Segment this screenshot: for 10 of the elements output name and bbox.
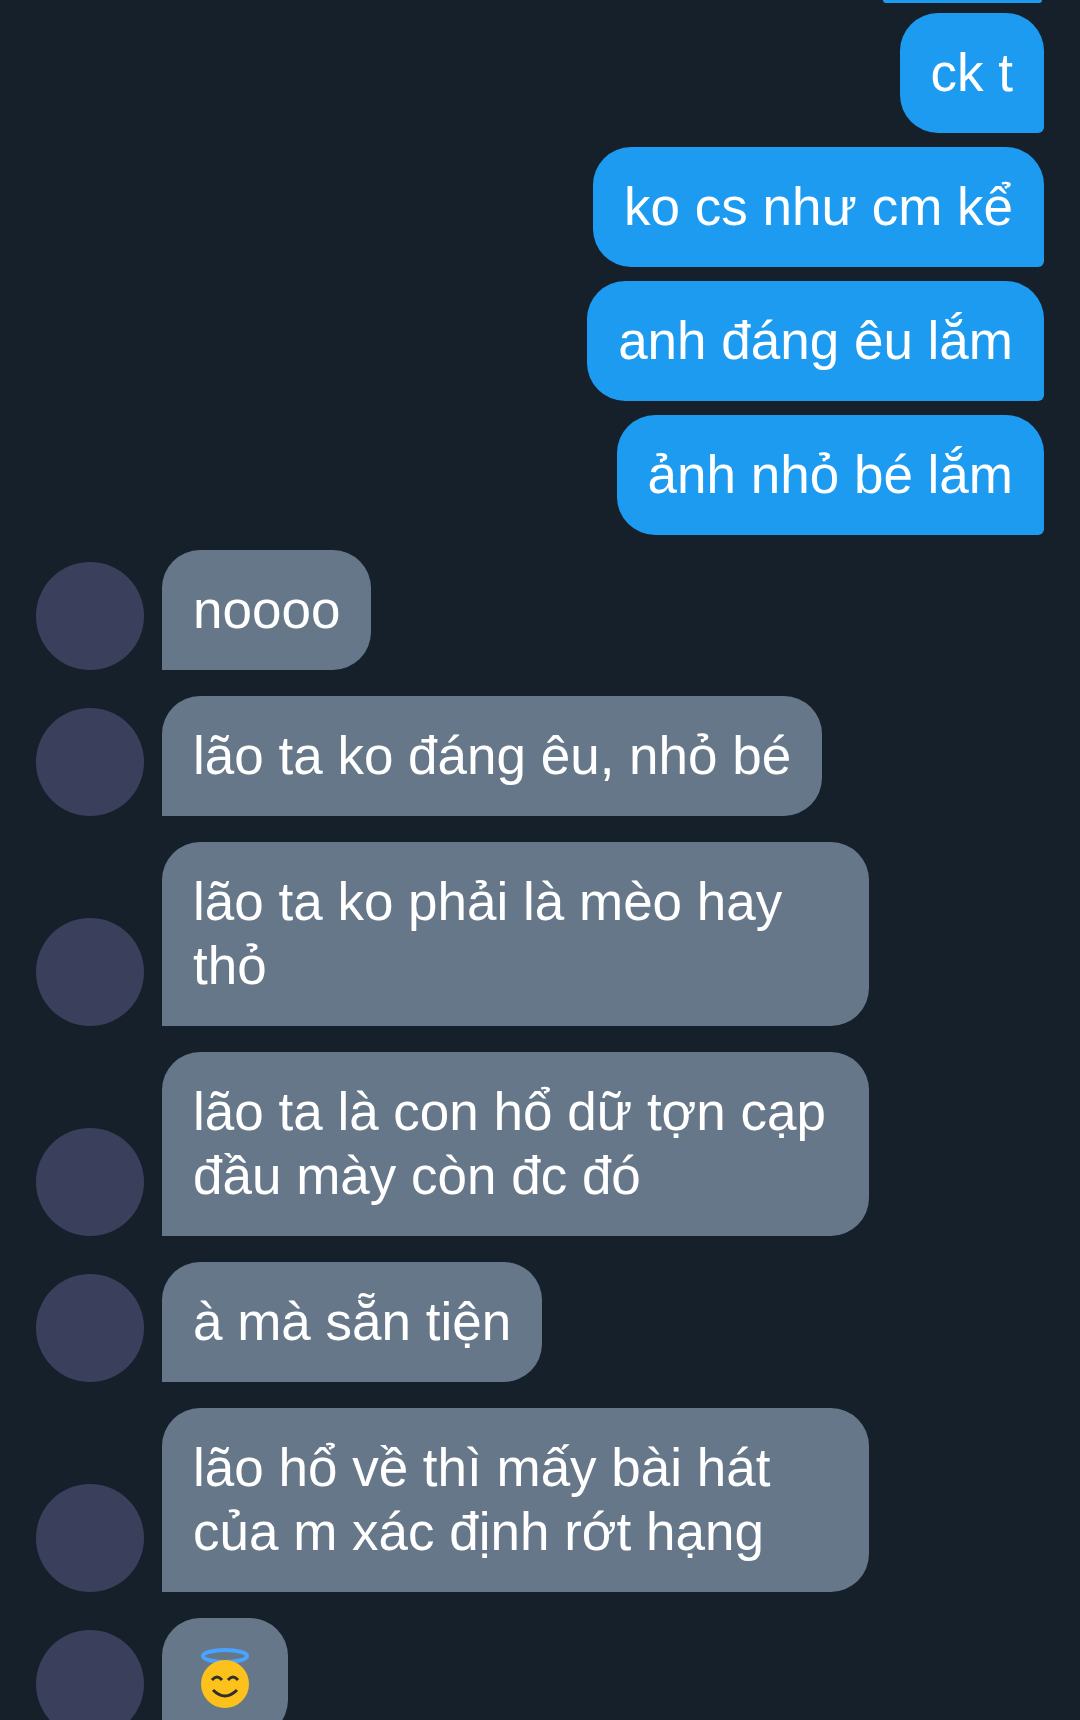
- message-bubble: lão ta ko phải là mèo hay thỏ: [162, 842, 869, 1026]
- message-bubble: ck t: [899, 13, 1044, 133]
- message-bubble: ảnh nhỏ bé lắm: [616, 415, 1044, 535]
- message-bubble: à mà sẵn tiện: [162, 1262, 543, 1382]
- message-bubble: lão ta ko đáng êu, nhỏ bé: [162, 696, 823, 816]
- message-bubble: noooo: [162, 550, 372, 670]
- message-bubble: lão hổ về thì mấy bài hát của m xác định rớt hạng: [162, 1408, 869, 1592]
- message-bubble: anh đáng êu lắm: [587, 281, 1044, 401]
- message-bubble: ko cs như cm kể: [593, 147, 1044, 267]
- message-bubble: lão ta là con hổ dữ tợn cạp đầu mày còn đc đó: [162, 1052, 869, 1236]
